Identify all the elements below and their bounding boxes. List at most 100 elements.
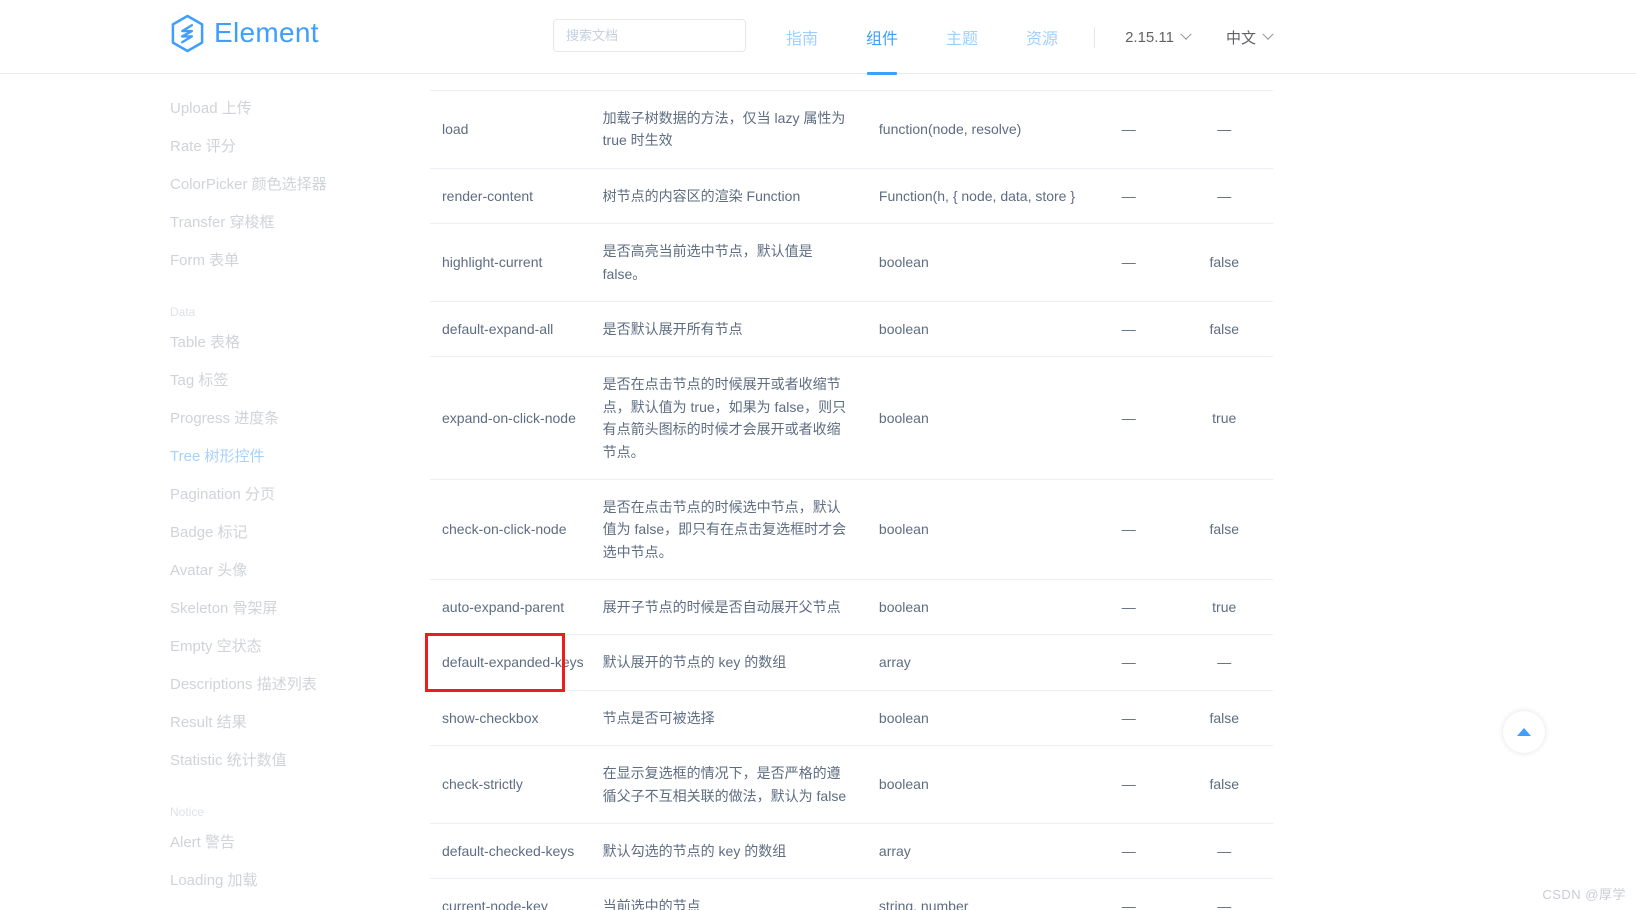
sidebar-item-descriptions[interactable]: Descriptions 描述列表 [0,664,430,702]
cell-attribute: load [442,121,469,138]
sidebar-item-colorpicker[interactable]: ColorPicker 颜色选择器 [0,164,430,202]
cell-accepted-values: — [1121,121,1136,138]
cell-attribute: show-checkbox [442,709,539,726]
cell-type: boolean [878,254,929,271]
sidebar-item-statistic[interactable]: Statistic 统计数值 [0,740,430,778]
cell-default-value: — [1217,843,1232,860]
page-root: Element 指南 组件 主题 资源 2.15.11 中文 Upload 上传… [0,0,1636,910]
cell-type: boolean [878,776,929,793]
sidebar-item-loading[interactable]: Loading 加载 [0,860,430,898]
back-to-top-button[interactable] [1503,711,1545,753]
cell-default-value: — [1217,654,1232,671]
cell-description: 默认勾选的节点的 key 的数组 [602,843,787,860]
sidebar-item-empty[interactable]: Empty 空状态 [0,626,430,664]
triangle-up-icon [1517,728,1531,736]
cell-type: boolean [878,409,929,426]
brand-logo[interactable]: Element [170,14,319,53]
sidebar-item-tag[interactable]: Tag 标签 [0,360,430,398]
version-label: 2.15.11 [1125,28,1174,46]
nav-item-guide[interactable]: 指南 [762,0,842,74]
cell-description: 是否默认展开所有节点 [602,320,743,337]
table-row: load 加载子树数据的方法，仅当 lazy 属性为 true 时生效 functi… [430,90,1273,169]
cell-description: 展开子节点的时候是否自动展开父节点 [602,599,841,616]
sidebar-item-transfer[interactable]: Transfer 穿梭框 [0,202,430,240]
nav-item-theme[interactable]: 主题 [922,0,1002,74]
cell-default-value: true [1212,599,1237,616]
cell-attribute: current-node-key [442,898,548,910]
sidebar-item-table[interactable]: Table 表格 [0,322,430,360]
sidebar-item-progress[interactable]: Progress 进度条 [0,398,430,436]
table-row: show-checkbox 节点是否可被选择 boolean — false [430,690,1273,746]
cell-attribute: auto-expand-parent [442,599,565,616]
cell-default-value: false [1209,709,1240,726]
sidebar-item-form[interactable]: Form 表单 [0,240,430,278]
cell-description: 节点是否可被选择 [602,709,715,726]
cell-default-value: — [1217,121,1232,138]
cell-attribute: check-on-click-node [442,521,567,538]
search-box[interactable] [553,19,746,52]
cell-description: 在显示复选框的情况下，是否严格的遵循父子不互相关联的做法，默认为 false [602,765,847,804]
sidebar-item-avatar[interactable]: Avatar 头像 [0,550,430,588]
brand-name: Element [214,16,319,48]
cell-attribute: check-strictly [442,776,523,793]
table-row: check-on-click-node 是否在点击节点的时候选中节点，默认值为 f… [430,479,1273,580]
cell-description: 是否在点击节点的时候展开或者收缩节点，默认值为 true，如果为 false，则… [602,376,847,460]
cell-type: boolean [878,599,929,616]
cell-accepted-values: — [1121,254,1136,271]
sidebar-item-badge[interactable]: Badge 标记 [0,512,430,550]
table-row: default-expanded-keys 默认展开的节点的 key 的数组 arr… [430,635,1273,691]
cell-accepted-values: — [1121,843,1136,860]
cell-type: function(node, resolve) [878,121,1022,138]
sidebar-item-alert[interactable]: Alert 警告 [0,822,430,860]
sidebar-item-skeleton[interactable]: Skeleton 骨架屏 [0,588,430,626]
cell-description: 是否在点击节点的时候选中节点，默认值为 false，即只有在点击复选框时才会选中… [602,498,847,560]
cell-accepted-values: — [1121,521,1136,538]
cell-default-value: — [1217,898,1232,910]
search-input[interactable] [553,19,746,52]
element-hexagon-logo-icon [171,14,204,53]
table-row: render-content 树节点的内容区的渲染 Function Functio… [430,168,1273,224]
chevron-down-icon [1262,28,1274,40]
cell-default-value: false [1209,776,1240,793]
cell-attribute: expand-on-click-node [442,409,576,426]
cell-attribute: highlight-current [442,254,543,271]
language-label: 中文 [1226,29,1257,47]
sidebar-item-tree[interactable]: Tree 树形控件 [0,436,430,474]
sidebar-item-pagination[interactable]: Pagination 分页 [0,474,430,512]
cell-type: string, number [878,898,969,910]
sidebar-item-upload[interactable]: Upload 上传 [0,88,430,126]
attributes-table: load 加载子树数据的方法，仅当 lazy 属性为 true 时生效 functi… [430,90,1273,910]
cell-default-value: false [1209,254,1240,271]
site-header: Element 指南 组件 主题 资源 2.15.11 中文 [0,0,1636,74]
cell-accepted-values: — [1121,320,1136,337]
attributes-table-body: load 加载子树数据的方法，仅当 lazy 属性为 true 时生效 functi… [430,90,1273,910]
table-row: check-strictly 在显示复选框的情况下，是否严格的遵循父子不互相关联的… [430,746,1273,824]
cell-accepted-values: — [1121,776,1136,793]
table-row: auto-expand-parent 展开子节点的时候是否自动展开父节点 boole… [430,580,1273,635]
chevron-down-icon [1180,28,1192,40]
cell-type: array [878,843,911,860]
cell-attribute: default-expand-all [442,320,554,337]
cell-description: 树节点的内容区的渲染 Function [602,187,801,204]
nav-item-components[interactable]: 组件 [842,0,922,74]
cell-accepted-values: — [1121,654,1136,671]
cell-accepted-values: — [1121,187,1136,204]
main-nav: 指南 组件 主题 资源 2.15.11 中文 [762,0,1290,74]
sidebar-item-rate[interactable]: Rate 评分 [0,126,430,164]
cell-description: 默认展开的节点的 key 的数组 [602,654,787,671]
version-selector[interactable]: 2.15.11 [1107,0,1208,74]
cell-default-value: — [1217,187,1232,204]
sidebar-list: Upload 上传 Rate 评分 ColorPicker 颜色选择器 Transfe… [0,74,430,898]
table-row: default-expand-all 是否默认展开所有节点 boolean — fals… [430,301,1273,357]
sidebar-group-data: Data [170,305,196,319]
cell-accepted-values: — [1121,898,1136,910]
sidebar-item-result[interactable]: Result 结果 [0,702,430,740]
nav-item-resources[interactable]: 资源 [1002,0,1082,74]
cell-type: array [878,654,911,671]
cell-accepted-values: — [1121,409,1136,426]
table-row: expand-on-click-node 是否在点击节点的时候展开或者收缩节点，默… [430,357,1273,480]
sidebar[interactable]: Upload 上传 Rate 评分 ColorPicker 颜色选择器 Transfe… [0,74,430,910]
cell-attribute: default-checked-keys [442,843,575,860]
watermark: CSDN @厚学 [1542,887,1626,902]
language-selector[interactable]: 中文 [1208,0,1290,74]
